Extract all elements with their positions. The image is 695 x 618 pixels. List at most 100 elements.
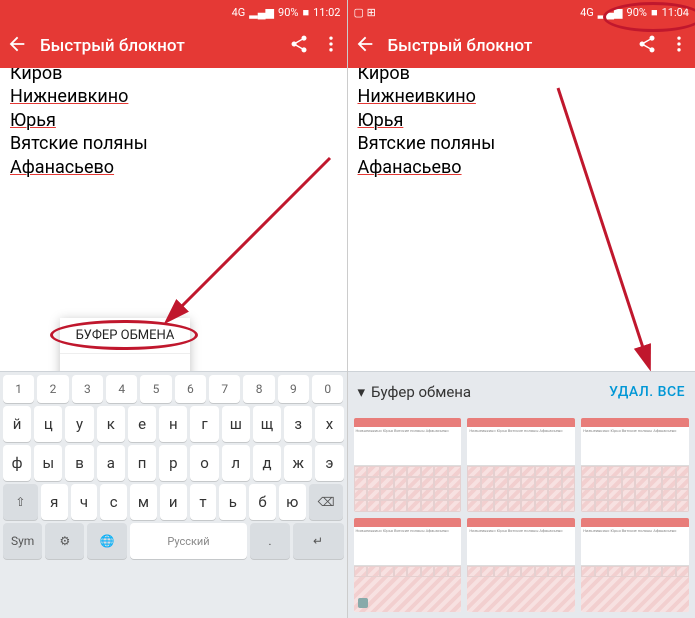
number-row: 1 2 3 4 5 6 7 8 9 0: [0, 372, 347, 403]
note-line: Юрья: [358, 109, 686, 132]
key[interactable]: ь: [219, 484, 246, 520]
key[interactable]: я: [41, 484, 68, 520]
key[interactable]: б: [249, 484, 276, 520]
signal-icon: ▂▄▆: [249, 6, 274, 19]
note-content[interactable]: Киров Нижнеивкино Юрья Вятские поляны Аф…: [0, 68, 347, 371]
note-line: Нижнеивкино: [10, 85, 337, 108]
chevron-down-icon[interactable]: ▾: [358, 383, 366, 401]
key[interactable]: щ: [253, 406, 281, 442]
key-0[interactable]: 0: [312, 375, 343, 403]
key-4[interactable]: 4: [106, 375, 137, 403]
status-bar: 4G ▂▄▆ 90% ■ 11:02: [0, 0, 347, 24]
key[interactable]: ф: [3, 445, 31, 481]
share-icon[interactable]: [289, 34, 309, 58]
sym-key[interactable]: Sym: [3, 523, 42, 559]
screen-right: ▢ ⊞ 4G ▂▄▆ 90% ■ 11:04 Быстрый блокнот К…: [348, 0, 695, 618]
clock: 11:02: [313, 6, 340, 19]
enter-key[interactable]: ↵: [293, 523, 344, 559]
key[interactable]: и: [160, 484, 187, 520]
globe-key[interactable]: 🌐: [87, 523, 126, 559]
dot-key[interactable]: .: [250, 523, 289, 559]
status-bar: ▢ ⊞ 4G ▂▄▆ 90% ■ 11:04: [348, 0, 695, 24]
key[interactable]: л: [222, 445, 250, 481]
network-icon: 4G: [232, 6, 246, 19]
more-icon[interactable]: [669, 34, 689, 58]
key[interactable]: о: [190, 445, 218, 481]
app-bar: Быстрый блокнот: [348, 24, 695, 68]
note-line: Киров: [10, 68, 337, 85]
share-icon[interactable]: [637, 34, 657, 58]
clipboard-item[interactable]: Нижнеивкино Юрья Вятские поляны Афанасье…: [354, 518, 462, 612]
backspace-key[interactable]: ⌫: [309, 484, 344, 520]
clipboard-grid: Нижнеивкино Юрья Вятские поляны Афанасье…: [348, 412, 695, 618]
key[interactable]: р: [159, 445, 187, 481]
clipboard-item[interactable]: Нижнеивкино Юрья Вятские поляны Афанасье…: [467, 418, 575, 512]
key[interactable]: г: [190, 406, 218, 442]
key[interactable]: т: [190, 484, 217, 520]
network-icon: 4G: [580, 6, 594, 19]
popup-back-icon[interactable]: ←: [60, 353, 190, 371]
key-9[interactable]: 9: [278, 375, 309, 403]
key[interactable]: п: [128, 445, 156, 481]
key[interactable]: ж: [284, 445, 312, 481]
space-key[interactable]: Русский: [130, 523, 248, 559]
note-line: Вятские поляны: [10, 132, 337, 155]
key[interactable]: э: [315, 445, 343, 481]
clipboard-item[interactable]: Нижнеивкино Юрья Вятские поляны Афанасье…: [354, 418, 462, 512]
key[interactable]: у: [65, 406, 93, 442]
key[interactable]: с: [100, 484, 127, 520]
note-content[interactable]: Киров Нижнеивкино Юрья Вятские поляны Аф…: [348, 68, 695, 371]
clipboard-item[interactable]: Нижнеивкино Юрья Вятские поляны Афанасье…: [581, 418, 689, 512]
key-1[interactable]: 1: [3, 375, 34, 403]
note-line: Афанасьево: [358, 156, 686, 179]
key[interactable]: н: [159, 406, 187, 442]
key-row-1: йцукенгшщзх: [0, 403, 347, 442]
key[interactable]: м: [130, 484, 157, 520]
key[interactable]: ц: [34, 406, 62, 442]
note-line: Вятские поляны: [358, 132, 686, 155]
key[interactable]: ч: [71, 484, 98, 520]
back-icon[interactable]: [354, 33, 376, 59]
note-line: Юрья: [10, 109, 337, 132]
key-row-3: ⇧ ячсмитьбю ⌫: [0, 481, 347, 520]
key[interactable]: ю: [279, 484, 306, 520]
settings-key[interactable]: ⚙: [45, 523, 84, 559]
key-2[interactable]: 2: [37, 375, 68, 403]
key[interactable]: х: [315, 406, 343, 442]
key-8[interactable]: 8: [243, 375, 274, 403]
keyboard[interactable]: 1 2 3 4 5 6 7 8 9 0 йцукенгшщзх фывапрол…: [0, 371, 347, 618]
key[interactable]: д: [253, 445, 281, 481]
key[interactable]: е: [128, 406, 156, 442]
clipboard-title: Буфер обмена: [371, 383, 471, 401]
clipboard-popup: БУФЕР ОБМЕНА ←: [60, 318, 190, 371]
app-title: Быстрый блокнот: [388, 36, 626, 56]
battery-pct: 90%: [278, 6, 298, 19]
clipboard-item[interactable]: Нижнеивкино Юрья Вятские поляны Афанасье…: [467, 518, 575, 612]
key[interactable]: а: [97, 445, 125, 481]
battery-pct: 90%: [627, 6, 647, 19]
key[interactable]: з: [284, 406, 312, 442]
key-6[interactable]: 6: [175, 375, 206, 403]
key[interactable]: ы: [34, 445, 62, 481]
key[interactable]: к: [97, 406, 125, 442]
app-title: Быстрый блокнот: [40, 36, 277, 56]
clipboard-popup-label[interactable]: БУФЕР ОБМЕНА: [60, 318, 190, 353]
delete-all-button[interactable]: УДАЛ. ВСЕ: [609, 384, 685, 400]
shift-key[interactable]: ⇧: [3, 484, 38, 520]
key[interactable]: й: [3, 406, 31, 442]
key-5[interactable]: 5: [140, 375, 171, 403]
note-line: Афанасьево: [10, 156, 337, 179]
clock: 11:04: [662, 6, 689, 19]
more-icon[interactable]: [321, 34, 341, 58]
clipboard-panel: ▾ Буфер обмена УДАЛ. ВСЕ Нижнеивкино Юрь…: [348, 371, 695, 618]
clipboard-item[interactable]: Нижнеивкино Юрья Вятские поляны Афанасье…: [581, 518, 689, 612]
screen-left: 4G ▂▄▆ 90% ■ 11:02 Быстрый блокнот Киров…: [0, 0, 348, 618]
signal-icon: ▂▄▆: [598, 6, 623, 19]
key[interactable]: ш: [222, 406, 250, 442]
key-row-2: фывапролджэ: [0, 442, 347, 481]
key-3[interactable]: 3: [72, 375, 103, 403]
back-icon[interactable]: [6, 33, 28, 59]
notif-icons: ▢ ⊞: [354, 6, 376, 19]
key-7[interactable]: 7: [209, 375, 240, 403]
key[interactable]: в: [65, 445, 93, 481]
